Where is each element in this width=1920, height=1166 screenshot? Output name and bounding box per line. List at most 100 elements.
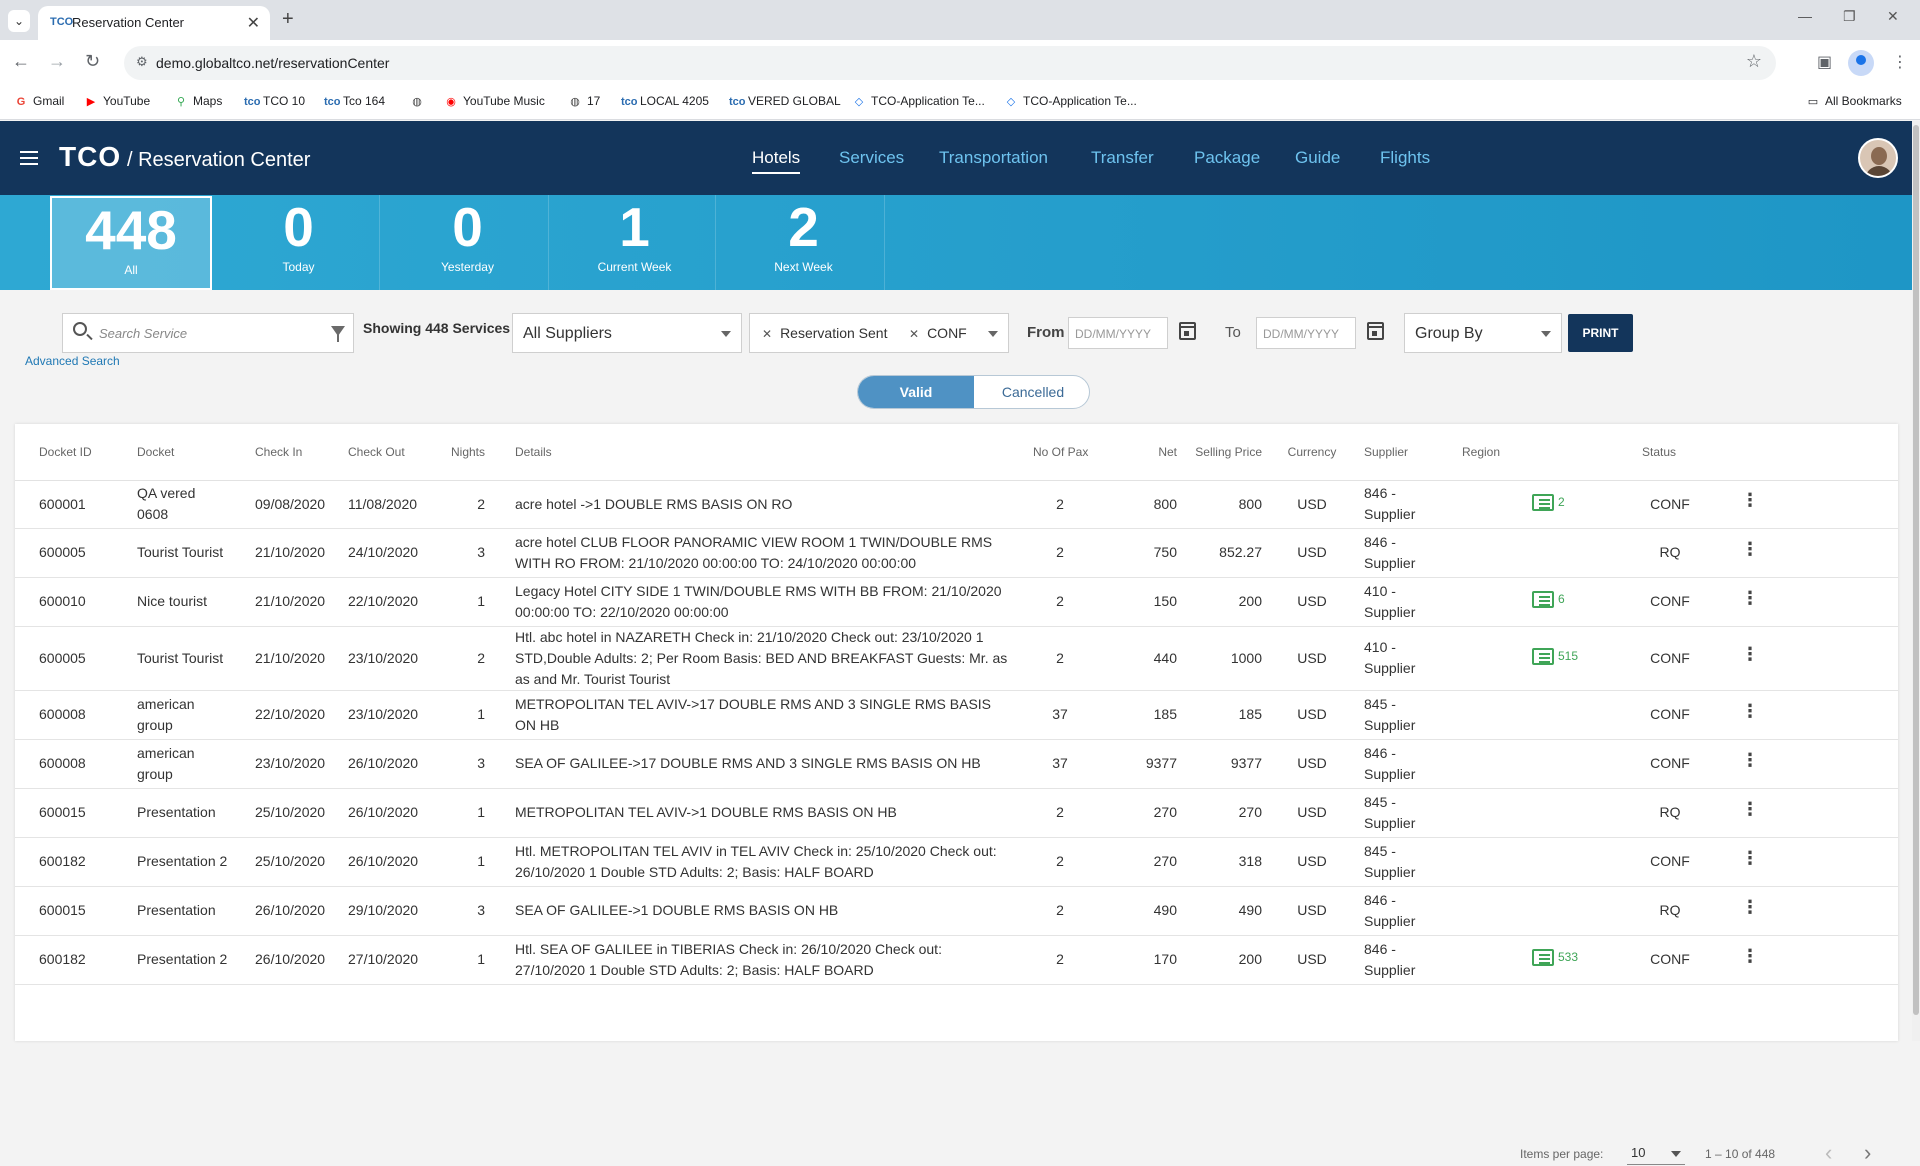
more-options-icon[interactable]	[1741, 848, 1759, 869]
close-icon[interactable]: ✕	[247, 13, 260, 33]
bookmark-item[interactable]: tco VERED GLOBAL	[729, 94, 841, 108]
nav-guide[interactable]: Guide	[1295, 148, 1340, 168]
items-per-page-select[interactable]: 10	[1627, 1143, 1685, 1165]
col-supplier[interactable]: Supplier	[1350, 424, 1442, 481]
tab-search-chevron-icon[interactable]: ⌄	[8, 10, 30, 32]
table-row[interactable]: 600001 QA vered 0608 09/08/2020 11/08/2020 2…	[15, 480, 1898, 529]
bookmark-item[interactable]: ◇ TCO-Application Te...	[852, 94, 985, 108]
more-options-icon[interactable]	[1741, 644, 1759, 665]
site-info-icon[interactable]: ⚙	[136, 54, 148, 70]
filter-icon[interactable]	[331, 326, 345, 342]
all-bookmarks[interactable]: ▭ All Bookmarks	[1806, 94, 1902, 108]
calendar-icon[interactable]	[1179, 322, 1196, 340]
notes-badge[interactable]: 533	[1532, 947, 1578, 968]
bookmark-item[interactable]: G Gmail	[14, 94, 65, 108]
from-date-field[interactable]: DD/MM/YYYY	[1068, 317, 1168, 349]
bookmark-star-icon[interactable]: ☆	[1746, 51, 1762, 72]
chip-remove-icon[interactable]: ✕	[762, 327, 772, 341]
notes-badge[interactable]: 515	[1532, 646, 1578, 667]
nav-flights[interactable]: Flights	[1380, 148, 1430, 168]
bookmark-item[interactable]: ◉ YouTube Music	[444, 94, 545, 108]
side-panel-icon[interactable]: ▣	[1817, 52, 1832, 72]
col-check-out[interactable]: Check Out	[328, 424, 428, 481]
col-currency[interactable]: Currency	[1274, 424, 1350, 481]
calendar-icon[interactable]	[1367, 322, 1384, 340]
chip-remove-icon[interactable]: ✕	[909, 327, 919, 341]
browser-tab[interactable]: TCO Reservation Center ✕	[38, 6, 270, 40]
advanced-search-link[interactable]: Advanced Search	[25, 354, 120, 368]
supplier-select[interactable]: All Suppliers	[512, 313, 742, 353]
col-net[interactable]: Net	[1105, 424, 1189, 481]
table-row[interactable]: 600005 Tourist Tourist 21/10/2020 24/10/202…	[15, 528, 1898, 578]
bookmark-item[interactable]: ⚲ Maps	[174, 94, 222, 108]
nav-transfer[interactable]: Transfer	[1091, 148, 1154, 168]
nav-transportation[interactable]: Transportation	[939, 148, 1048, 168]
browser-menu-icon[interactable]: ⋮	[1892, 52, 1908, 72]
user-avatar[interactable]	[1858, 138, 1898, 178]
col-pax[interactable]: No Of Pax	[1015, 424, 1105, 481]
col-selling-price[interactable]: Selling Price	[1189, 424, 1274, 481]
more-options-icon[interactable]	[1741, 701, 1759, 722]
more-options-icon[interactable]	[1741, 799, 1759, 820]
prev-page-icon[interactable]: ‹	[1825, 1140, 1832, 1166]
more-options-icon[interactable]	[1741, 750, 1759, 771]
bookmark-item[interactable]: tco LOCAL 4205	[621, 94, 709, 108]
back-arrow-icon[interactable]: ←	[12, 51, 30, 72]
bookmark-item[interactable]: ▶ YouTube	[84, 94, 150, 108]
more-options-icon[interactable]	[1741, 539, 1759, 560]
col-docket-id[interactable]: Docket ID	[15, 424, 122, 481]
scrollbar-thumb[interactable]	[1913, 125, 1919, 1015]
reload-icon[interactable]: ↻	[85, 51, 100, 72]
table-row[interactable]: 600008 american group 22/10/2020 23/10/2020…	[15, 690, 1898, 740]
forward-arrow-icon[interactable]: →	[48, 51, 66, 72]
bookmark-item[interactable]: tco Tco 164	[324, 94, 385, 108]
nav-hotels[interactable]: Hotels	[752, 148, 801, 174]
print-button[interactable]: PRINT	[1568, 314, 1633, 352]
table-row[interactable]: 600010 Nice tourist 21/10/2020 22/10/2020 1 L…	[15, 577, 1898, 627]
col-check-in[interactable]: Check In	[235, 424, 328, 481]
col-docket[interactable]: Docket	[122, 424, 235, 481]
next-page-icon[interactable]: ›	[1864, 1140, 1871, 1166]
window-close-icon[interactable]: ✕	[1887, 8, 1899, 25]
table-row[interactable]: 600182 Presentation 2 25/10/2020 26/10/2020…	[15, 837, 1898, 887]
more-options-icon[interactable]	[1741, 946, 1759, 967]
bookmark-item[interactable]: ◍	[410, 94, 429, 108]
table-row[interactable]: 600015 Presentation 25/10/2020 26/10/2020 1 M…	[15, 788, 1898, 838]
table-row[interactable]: 600005 Tourist Tourist 21/10/2020 23/10/202…	[15, 626, 1898, 691]
table-row[interactable]: 600008 american group 23/10/2020 26/10/2020…	[15, 739, 1898, 789]
col-nights[interactable]: Nights	[428, 424, 505, 481]
counter-today[interactable]: 0 Today	[218, 195, 380, 290]
toggle-valid[interactable]: Valid	[858, 376, 974, 408]
profile-icon[interactable]	[1848, 50, 1874, 76]
bookmark-item[interactable]: ◇ TCO-Application Te...	[1004, 94, 1137, 108]
toggle-cancelled[interactable]: Cancelled	[975, 376, 1089, 408]
nav-package[interactable]: Package	[1194, 148, 1260, 168]
notes-badge[interactable]: 2	[1532, 492, 1565, 513]
table-row[interactable]: 600182 Presentation 2 26/10/2020 27/10/2020…	[15, 935, 1898, 985]
hamburger-menu-icon[interactable]	[20, 151, 38, 165]
bookmark-item[interactable]: tco TCO 10	[244, 94, 305, 108]
status-multiselect[interactable]: ✕ Reservation Sent ✕ CONF	[749, 313, 1009, 353]
col-status[interactable]: Status	[1630, 424, 1710, 481]
bookmark-item[interactable]: ◍ 17	[568, 94, 600, 108]
nav-services[interactable]: Services	[839, 148, 904, 168]
notes-badge[interactable]: 6	[1532, 589, 1565, 610]
counter-yesterday[interactable]: 0 Yesterday	[387, 195, 549, 290]
more-options-icon[interactable]	[1741, 490, 1759, 511]
more-options-icon[interactable]	[1741, 588, 1759, 609]
new-tab-icon[interactable]: +	[282, 8, 294, 31]
counter-current-week[interactable]: 1 Current Week	[554, 195, 716, 290]
col-region[interactable]: Region	[1442, 424, 1532, 481]
page-scrollbar[interactable]	[1912, 121, 1920, 1041]
group-by-select[interactable]: Group By	[1404, 313, 1562, 353]
search-input[interactable]: Search Service	[62, 313, 354, 353]
counter-all[interactable]: 448 All	[50, 196, 212, 290]
restore-icon[interactable]: ❐	[1843, 8, 1856, 25]
col-details[interactable]: Details	[505, 424, 1015, 481]
counter-next-week[interactable]: 2 Next Week	[723, 195, 885, 290]
table-row[interactable]: 600015 Presentation 26/10/2020 29/10/2020 3 S…	[15, 886, 1898, 936]
to-date-field[interactable]: DD/MM/YYYY	[1256, 317, 1356, 349]
more-options-icon[interactable]	[1741, 897, 1759, 918]
url-field[interactable]: ⚙ demo.globaltco.net/reservationCenter ☆	[124, 46, 1776, 80]
minimize-icon[interactable]: —	[1798, 8, 1812, 24]
